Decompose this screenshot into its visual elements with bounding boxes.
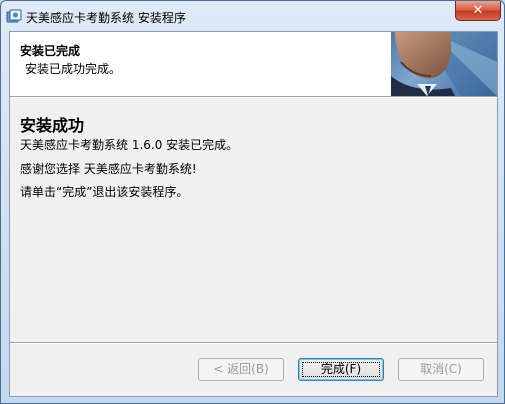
installer-window: 天美感应卡考勤系统 安装程序 ✕ 安装已完成 安装已成功完成。 安装成功 天美感… [0,0,505,404]
businessman-photo [391,32,497,96]
cancel-button[interactable]: 取消(C) [398,358,484,381]
title-bar[interactable]: 天美感应卡考勤系统 安装程序 ✕ [1,1,504,31]
back-button-label: < 返回(B) [213,362,269,376]
finish-button[interactable]: 完成(F) [298,358,384,381]
header-subtitle: 安装已成功完成。 [25,62,122,76]
page-title: 安装成功 [20,116,85,135]
installer-icon [6,9,22,23]
footer-divider [10,342,497,344]
wizard-header: 安装已完成 安装已成功完成。 [10,32,497,96]
close-button[interactable]: ✕ [455,1,501,21]
instruction-text: 请单击“完成”退出该安装程序。 [20,185,189,199]
header-divider [10,96,497,98]
close-icon: ✕ [472,3,484,18]
thanks-text: 感谢您选择 天美感应卡考勤系统! [20,162,197,176]
install-complete-text: 天美感应卡考勤系统 1.6.0 安装已完成。 [20,138,239,152]
wizard-client-area: 安装已完成 安装已成功完成。 安装成功 天美感应卡考勤系统 1.6.0 安装已完… [9,31,498,397]
cancel-button-label: 取消(C) [420,362,462,376]
window-title: 天美感应卡考勤系统 安装程序 [26,11,186,25]
finish-button-label: 完成(F) [320,362,362,376]
header-title: 安装已完成 [20,44,81,58]
back-button[interactable]: < 返回(B) [198,358,284,381]
